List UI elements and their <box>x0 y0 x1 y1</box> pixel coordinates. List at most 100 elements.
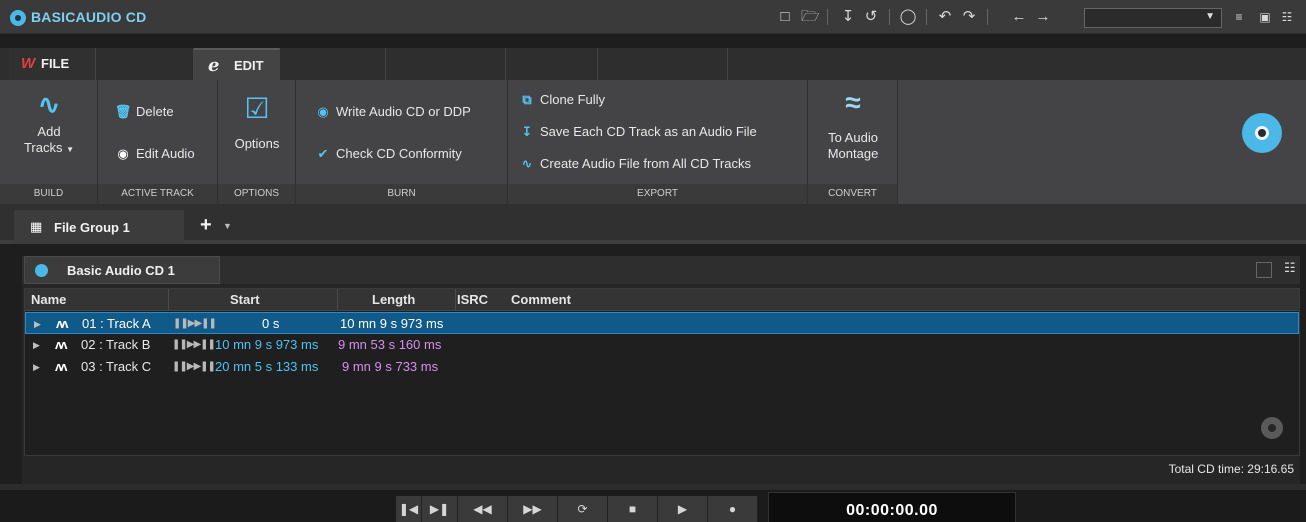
document-tab-label: Basic Audio CD 1 <box>67 263 175 278</box>
check-cd-conformity-button[interactable]: ✔ Check CD Conformity <box>314 146 462 162</box>
column-divider[interactable] <box>168 289 169 311</box>
expand-arrow-icon[interactable]: ▶ <box>33 340 40 351</box>
track-start: 10 mn 9 s 973 ms <box>215 337 319 352</box>
montage-waveform-icon: ≈ <box>845 87 861 118</box>
column-header-name[interactable]: Name <box>31 292 66 307</box>
tab-edit[interactable]: e EDIT <box>194 48 280 80</box>
layout-icon[interactable]: ☷ <box>1278 9 1296 25</box>
save-track-icon: ↧ <box>521 124 533 139</box>
play-button[interactable]: ▶ <box>658 496 708 522</box>
rewind-button[interactable]: ◀◀ <box>458 496 508 522</box>
play-pause-icon[interactable]: ❚❚▶▶❚❚ <box>172 361 216 372</box>
to-audio-montage-button[interactable]: ≈ To Audio Montage <box>814 88 892 162</box>
total-cd-time: Total CD time: 29:16.65 <box>1168 462 1294 476</box>
loop-button[interactable]: ⟳ <box>558 496 608 522</box>
save-as-icon[interactable]: ↺ <box>862 9 880 25</box>
play-pause-icon[interactable]: ❚❚▶▶❚❚ <box>173 318 217 329</box>
tab-spacer <box>386 48 506 80</box>
chevron-down-icon: ▼ <box>66 145 75 154</box>
audio-cd-icon <box>35 264 48 277</box>
record-button[interactable]: ● <box>708 496 758 522</box>
save-each-track-button[interactable]: ↧ Save Each CD Track as an Audio File <box>518 124 757 140</box>
to-audio-montage-label-line2: Montage <box>827 146 879 161</box>
tab-file-label: FILE <box>41 56 70 71</box>
column-divider[interactable] <box>455 289 456 311</box>
stop-button[interactable]: ■ <box>608 496 658 522</box>
ribbon-group-options: ☑ Options OPTIONS <box>218 80 296 204</box>
track-list-header: Name Start Length ISRC Comment <box>25 289 1299 311</box>
waveform-icon: ʌʌ <box>55 359 68 374</box>
add-file-group-button[interactable]: + <box>200 215 212 235</box>
write-audio-cd-button[interactable]: ◉ Write Audio CD or DDP <box>314 104 471 120</box>
open-folder-icon[interactable]: 🗁 <box>801 9 820 25</box>
column-header-isrc[interactable]: ISRC <box>457 292 488 307</box>
checkmark-icon: ✔ <box>317 146 329 161</box>
column-header-length[interactable]: Length <box>372 292 415 307</box>
toolbar-separator <box>926 9 927 25</box>
save-icon[interactable]: ↧ <box>839 9 857 25</box>
track-name: 03 : Track C <box>81 359 152 374</box>
burn-disc-icon: ◉ <box>317 104 329 119</box>
expand-arrow-icon[interactable]: ▶ <box>34 319 41 330</box>
new-file-icon[interactable]: □ <box>776 9 794 25</box>
undo-icon[interactable]: ↶ <box>936 9 954 25</box>
column-header-start[interactable]: Start <box>230 292 260 307</box>
waveform-icon: ʌʌ <box>55 337 68 352</box>
tab-spacer <box>280 48 386 80</box>
to-audio-montage-label-line1: To Audio <box>828 130 878 145</box>
fast-forward-button[interactable]: ▶▶ <box>508 496 558 522</box>
chevron-down-icon[interactable]: ▼ <box>223 221 232 231</box>
create-audio-file-button[interactable]: ∿ Create Audio File from All CD Tracks <box>518 156 751 172</box>
redo-icon[interactable]: ↷ <box>960 9 978 25</box>
group-footer: CONVERT <box>808 184 897 204</box>
tab-file[interactable]: W FILE <box>9 48 96 80</box>
write-audio-cd-label: Write Audio CD or DDP <box>336 104 471 119</box>
play-pause-icon[interactable]: ❚❚▶▶❚❚ <box>172 339 216 350</box>
file-group-tab-label: File Group 1 <box>54 220 130 235</box>
go-to-start-button[interactable]: ❚◀ <box>396 496 422 522</box>
track-row[interactable]: ▶ ʌʌ 02 : Track B ❚❚▶▶❚❚ 10 mn 9 s 973 m… <box>25 334 1299 356</box>
document-tab[interactable]: Basic Audio CD 1 <box>24 256 220 284</box>
menu-overflow-icon[interactable]: ≡ <box>1230 9 1248 25</box>
add-tracks-button[interactable]: ∿ Add Tracks ▼ <box>14 90 84 158</box>
toggle-panel-icon[interactable] <box>1256 262 1272 278</box>
edit-audio-label: Edit Audio <box>136 146 195 161</box>
track-list: Name Start Length ISRC Comment ▶ ʌʌ 01 :… <box>24 288 1300 456</box>
back-arrow-icon[interactable]: ← <box>1010 9 1028 25</box>
track-name: 02 : Track B <box>81 337 151 352</box>
preset-select[interactable]: ▼ <box>1084 8 1222 28</box>
maximize-icon[interactable]: ▣ <box>1256 9 1274 25</box>
column-divider[interactable] <box>337 289 338 311</box>
waveform-icon: ∿ <box>521 156 533 171</box>
options-button[interactable]: ☑ Options <box>224 94 290 152</box>
track-row[interactable]: ▶ ʌʌ 03 : Track C ❚❚▶▶❚❚ 20 mn 5 s 133 m… <box>25 356 1299 378</box>
panel-menu-icon[interactable]: ☷ <box>1284 260 1296 276</box>
forward-arrow-icon[interactable]: → <box>1034 9 1052 25</box>
clone-fully-button[interactable]: ⧉ Clone Fully <box>518 92 605 108</box>
ribbon-group-burn: ◉ Write Audio CD or DDP ✔ Check CD Conform… <box>296 80 508 204</box>
ribbon-group-build: ∿ Add Tracks ▼ BUILD <box>0 80 98 204</box>
toolbar-separator <box>987 9 988 25</box>
delete-button[interactable]: 🗑 Delete <box>114 104 174 120</box>
title-bar: BASICAUDIO CD □ 🗁 ↧ ↺ ◯ ↶ ↷ ← → ▼ ≡ ▣ ☷ <box>0 0 1306 34</box>
history-icon[interactable]: ◯ <box>899 9 917 25</box>
track-row[interactable]: ▶ ʌʌ 01 : Track A ❚❚▶▶❚❚ 0 s 10 mn 9 s 9… <box>25 312 1299 334</box>
audio-cd-logo-icon <box>1242 113 1282 153</box>
expand-arrow-icon[interactable]: ▶ <box>33 362 40 373</box>
check-cd-conformity-label: Check CD Conformity <box>336 146 462 161</box>
track-start: 0 s <box>262 316 280 331</box>
tab-spacer <box>96 48 194 80</box>
edit-audio-button[interactable]: ◉ Edit Audio <box>114 146 195 162</box>
column-header-comment[interactable]: Comment <box>511 292 571 307</box>
go-to-end-button[interactable]: ▶❚ <box>422 496 458 522</box>
track-length: 9 mn 9 s 733 ms <box>342 359 439 374</box>
waveform-icon: ∿ <box>37 89 61 120</box>
ribbon-group-export: ⧉ Clone Fully ↧ Save Each CD Track as an A… <box>508 80 808 204</box>
eye-icon: ◉ <box>117 146 129 161</box>
timecode-display[interactable]: 00:00:00.00 <box>768 492 1016 522</box>
file-group-tab[interactable]: ▦ File Group 1 <box>14 210 184 244</box>
edit-tab-icon: e <box>208 55 220 76</box>
document-tab-bar: Basic Audio CD 1 ☷ <box>22 256 1300 284</box>
cd-placeholder-icon <box>1261 417 1283 439</box>
add-tracks-label-line1: Add <box>37 124 61 139</box>
